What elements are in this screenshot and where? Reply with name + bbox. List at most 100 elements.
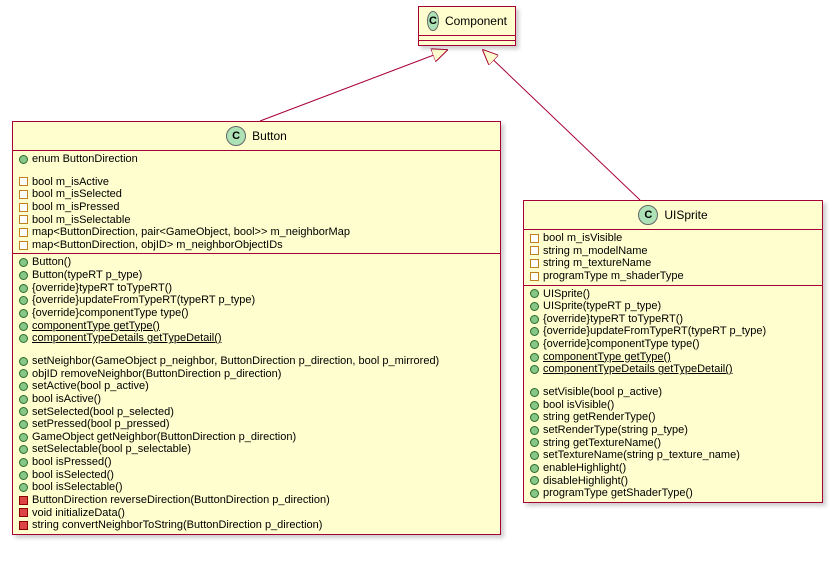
member-text: {override}updateFromTypeRT(typeRT p_type… bbox=[543, 325, 766, 338]
field: bool m_isVisible bbox=[530, 232, 816, 245]
method: setTextureName(string p_texture_name) bbox=[530, 449, 816, 462]
public-method-icon bbox=[19, 322, 28, 331]
method: Button() bbox=[19, 256, 494, 269]
member-text: setTextureName(string p_texture_name) bbox=[543, 449, 740, 462]
public-method-icon bbox=[19, 382, 28, 391]
method: ButtonDirection reverseDirection(ButtonD… bbox=[19, 494, 494, 507]
member-text: Button() bbox=[32, 256, 71, 269]
member-text: {override}typeRT toTypeRT() bbox=[543, 313, 683, 326]
public-method-icon bbox=[19, 395, 28, 404]
public-method-icon bbox=[19, 258, 28, 267]
member-text: string m_modelName bbox=[543, 245, 648, 258]
public-method-icon bbox=[530, 464, 539, 473]
field-icon bbox=[530, 246, 539, 255]
member-text: {override}componentType type() bbox=[543, 338, 700, 351]
member-text: {override}typeRT toTypeRT() bbox=[32, 282, 172, 295]
method: bool isSelectable() bbox=[19, 481, 494, 494]
method: setNeighbor(GameObject p_neighbor, Butto… bbox=[19, 355, 494, 368]
method: componentType getType() bbox=[19, 320, 494, 333]
private-method-icon bbox=[19, 521, 28, 530]
field: bool m_isPressed bbox=[19, 201, 494, 214]
method: bool isVisible() bbox=[530, 399, 816, 412]
method: disableHighlight() bbox=[530, 475, 816, 488]
public-method-icon bbox=[530, 426, 539, 435]
member-text: disableHighlight() bbox=[543, 475, 628, 488]
member-text: programType m_shaderType bbox=[543, 270, 684, 283]
member-text: void initializeData() bbox=[32, 507, 125, 520]
method: string getTextureName() bbox=[530, 437, 816, 450]
member-text: enableHighlight() bbox=[543, 462, 626, 475]
method: void initializeData() bbox=[19, 507, 494, 520]
method: setSelected(bool p_selected) bbox=[19, 406, 494, 419]
member-text: programType getShaderType() bbox=[543, 487, 693, 500]
method: setActive(bool p_active) bbox=[19, 380, 494, 393]
method: string getRenderType() bbox=[530, 411, 816, 424]
public-method-icon bbox=[19, 271, 28, 280]
class-button: C Button enum ButtonDirection bool m_isA… bbox=[12, 121, 501, 535]
member-text: bool m_isVisible bbox=[543, 232, 622, 245]
method: {override}typeRT toTypeRT() bbox=[19, 282, 494, 295]
public-method-icon bbox=[19, 420, 28, 429]
member-text: setVisible(bool p_active) bbox=[543, 386, 662, 399]
member-text: bool m_isSelected bbox=[32, 188, 122, 201]
class-title: UISprite bbox=[664, 208, 707, 222]
method: {override}componentType type() bbox=[19, 307, 494, 320]
method: setRenderType(string p_type) bbox=[530, 424, 816, 437]
member-text: GameObject getNeighbor(ButtonDirection p… bbox=[32, 431, 296, 444]
method: bool isPressed() bbox=[19, 456, 494, 469]
member-text: enum ButtonDirection bbox=[32, 153, 138, 166]
public-method-icon bbox=[530, 365, 539, 374]
stereotype-icon: C bbox=[427, 11, 439, 31]
field: string m_modelName bbox=[530, 245, 816, 258]
method: {override}typeRT toTypeRT() bbox=[530, 313, 816, 326]
class-uisprite: C UISprite bool m_isVisible string m_mod… bbox=[523, 200, 823, 503]
method: {override}updateFromTypeRT(typeRT p_type… bbox=[19, 294, 494, 307]
field-icon bbox=[19, 203, 28, 212]
public-method-icon bbox=[19, 284, 28, 293]
public-method-icon bbox=[19, 483, 28, 492]
public-method-icon bbox=[530, 476, 539, 485]
empty-methods bbox=[419, 41, 515, 45]
method: {override}updateFromTypeRT(typeRT p_type… bbox=[530, 325, 816, 338]
field: map<ButtonDirection, objID> m_neighborOb… bbox=[19, 239, 494, 252]
public-method-icon bbox=[530, 489, 539, 498]
member-text: UISprite() bbox=[543, 288, 590, 301]
method: {override}componentType type() bbox=[530, 338, 816, 351]
member-text: setNeighbor(GameObject p_neighbor, Butto… bbox=[32, 355, 439, 368]
method: setPressed(bool p_pressed) bbox=[19, 418, 494, 431]
field: string m_textureName bbox=[530, 257, 816, 270]
fields-section: enum ButtonDirection bool m_isActive boo… bbox=[13, 151, 500, 254]
member-text: ButtonDirection reverseDirection(ButtonD… bbox=[32, 494, 330, 507]
member-text: setPressed(bool p_pressed) bbox=[32, 418, 170, 431]
method: Button(typeRT p_type) bbox=[19, 269, 494, 282]
member-text: setSelected(bool p_selected) bbox=[32, 406, 174, 419]
method: componentType getType() bbox=[530, 351, 816, 364]
method: programType getShaderType() bbox=[530, 487, 816, 500]
method: string convertNeighborToString(ButtonDir… bbox=[19, 519, 494, 532]
public-method-icon bbox=[19, 296, 28, 305]
public-method-icon bbox=[19, 433, 28, 442]
field-icon bbox=[19, 215, 28, 224]
method: bool isSelected() bbox=[19, 469, 494, 482]
class-header: C Button bbox=[13, 122, 500, 151]
member-text: bool isActive() bbox=[32, 393, 101, 406]
stereotype-icon: C bbox=[226, 126, 246, 146]
method: bool isActive() bbox=[19, 393, 494, 406]
member-text: bool isPressed() bbox=[32, 456, 111, 469]
member-text: bool isSelected() bbox=[32, 469, 114, 482]
field-icon bbox=[530, 259, 539, 268]
member-text: componentType getType() bbox=[543, 351, 671, 364]
private-method-icon bbox=[19, 508, 28, 517]
member-text: string convertNeighborToString(ButtonDir… bbox=[32, 519, 322, 532]
member-text: {override}componentType type() bbox=[32, 307, 189, 320]
field: bool m_isSelectable bbox=[19, 214, 494, 227]
field-icon bbox=[19, 190, 28, 199]
public-method-icon bbox=[530, 413, 539, 422]
enum-member: enum ButtonDirection bbox=[19, 153, 494, 166]
public-method-icon bbox=[19, 334, 28, 343]
member-text: map<ButtonDirection, pair<GameObject, bo… bbox=[32, 226, 350, 239]
method: objID removeNeighbor(ButtonDirection p_d… bbox=[19, 368, 494, 381]
fields-section: bool m_isVisible string m_modelName stri… bbox=[524, 230, 822, 286]
public-method-icon bbox=[530, 438, 539, 447]
public-method-icon bbox=[530, 353, 539, 362]
